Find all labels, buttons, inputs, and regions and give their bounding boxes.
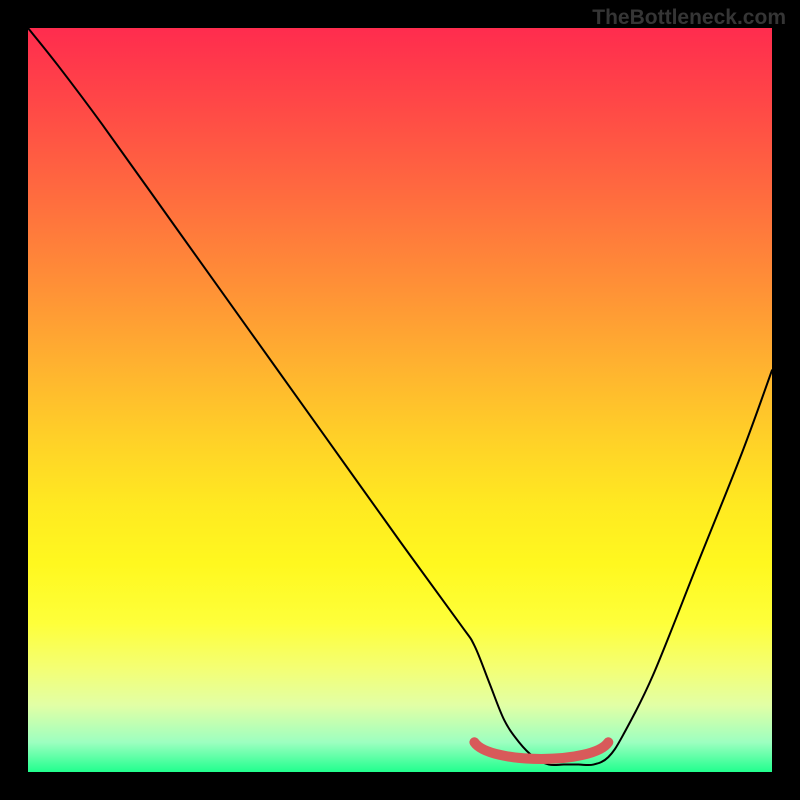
bottleneck-line-chart [28, 28, 772, 772]
chart-plot-area [28, 28, 772, 772]
watermark-text: TheBottleneck.com [592, 6, 786, 30]
bottleneck-curve-path [28, 28, 772, 765]
sweet-spot-marker [474, 742, 608, 759]
